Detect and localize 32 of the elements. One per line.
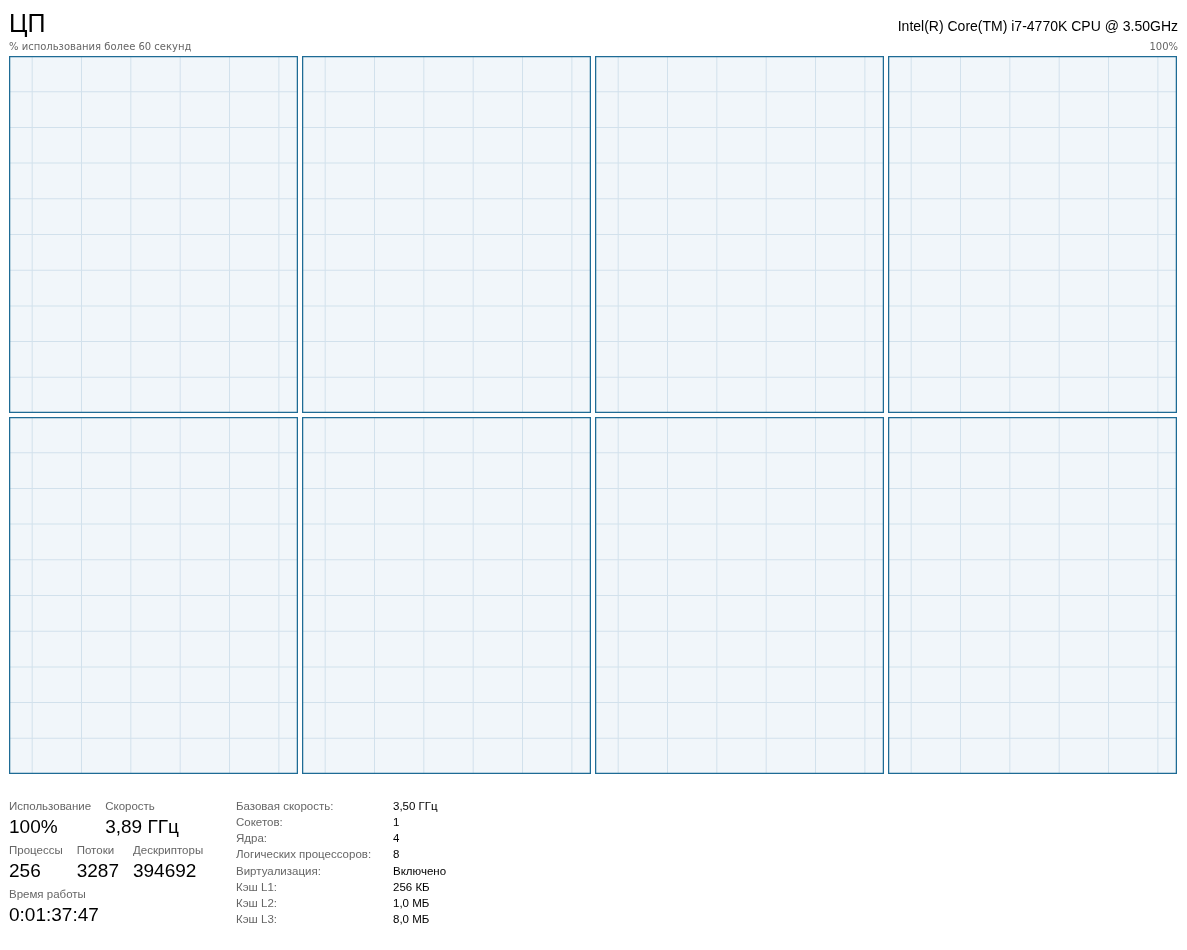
page-title: ЦП: [9, 8, 46, 38]
cpu-model-name: Intel(R) Core(TM) i7-4770K CPU @ 3.50GHz: [897, 18, 1178, 36]
detail-value: Включено: [393, 864, 447, 878]
detail-label: Сокетов:: [236, 816, 284, 830]
detail-label: Логических процессоров:: [236, 848, 373, 862]
detail-value: 8: [393, 848, 401, 862]
detail-label: Кэш L1:: [236, 880, 278, 894]
detail-label: Кэш L2:: [236, 896, 278, 910]
detail-value: 1: [393, 816, 401, 830]
stat-value: 394692: [132, 860, 198, 882]
detail-label: Ядра:: [236, 832, 268, 846]
graph-max-label: 100%: [1149, 41, 1178, 52]
detail-value: 3,50 ГГц: [393, 800, 439, 814]
detail-label: Базовая скорость:: [236, 800, 335, 814]
stat-value: 3,89 ГГц: [105, 816, 179, 838]
detail-label: Кэш L3:: [236, 912, 278, 926]
stat-label: Использование: [9, 800, 92, 812]
stat-value: 0:01:37:47: [9, 904, 99, 926]
stat-label: Время работы: [9, 888, 87, 900]
stat-label: Дескрипторы: [132, 844, 204, 856]
stat-value: 100%: [9, 816, 59, 838]
stat-label: Процессы: [9, 844, 63, 856]
stat-value: 256: [9, 860, 42, 882]
detail-value: 256 КБ: [393, 880, 431, 894]
graph-caption: % использования более 60 секунд: [9, 41, 192, 52]
stat-label: Скорость: [105, 800, 156, 812]
detail-value: 8,0 МБ: [393, 912, 431, 926]
detail-value: 4: [393, 832, 401, 846]
stat-label: Потоки: [76, 844, 116, 856]
detail-value: 1,0 МБ: [393, 896, 431, 910]
detail-label: Виртуализация:: [236, 864, 322, 878]
stat-value: 3287: [76, 860, 119, 882]
